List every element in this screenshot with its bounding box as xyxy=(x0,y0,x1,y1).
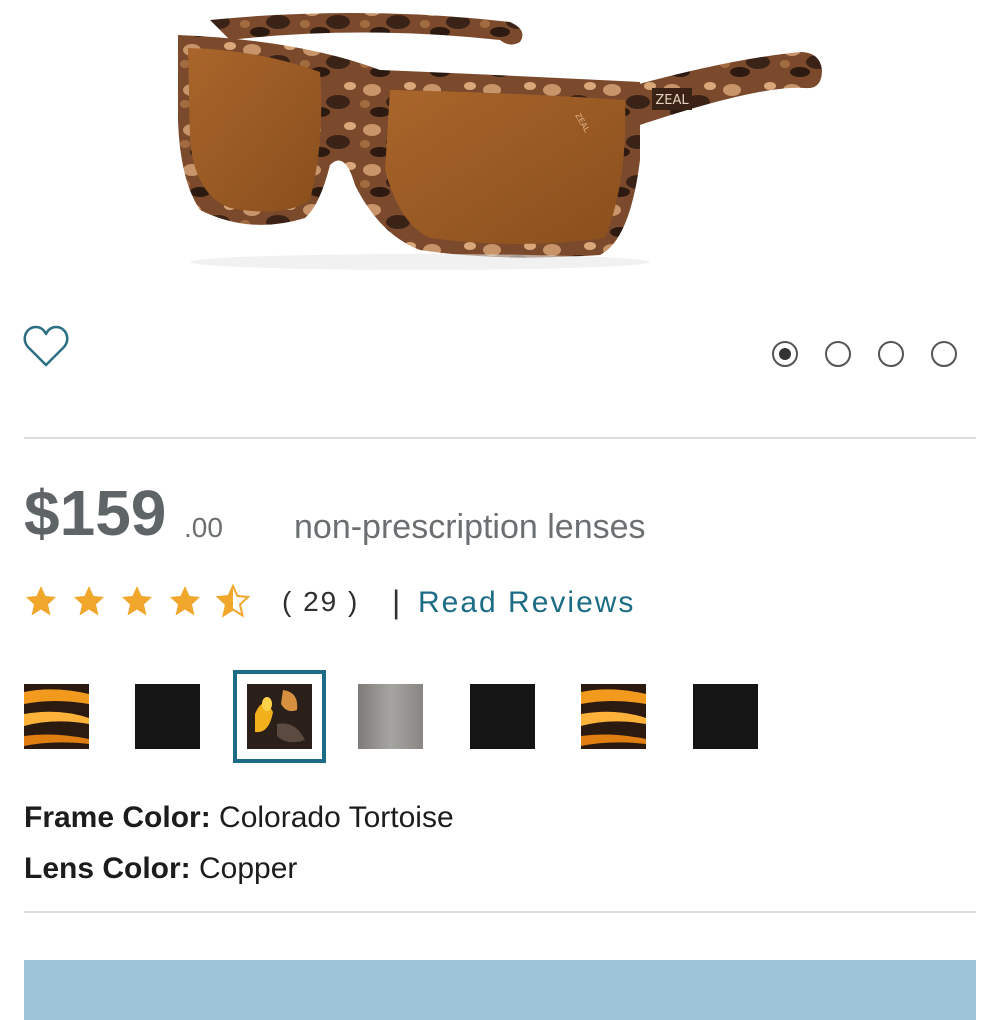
star-icon xyxy=(74,586,104,616)
star-icon xyxy=(170,586,200,616)
swatch-amber-tortoise[interactable] xyxy=(24,684,89,749)
add-to-cart-button[interactable] xyxy=(24,960,976,1020)
color-swatches xyxy=(24,667,784,767)
carousel-dot-4[interactable] xyxy=(931,341,957,367)
swatch-black[interactable] xyxy=(135,684,200,749)
frame-color-row: Frame Color: Colorado Tortoise xyxy=(24,801,454,835)
price-cents: .00 xyxy=(184,512,223,543)
carousel-dot-3[interactable] xyxy=(878,341,904,367)
swatch-amber-tortoise-2[interactable] xyxy=(581,684,646,749)
frame-color-value: Colorado Tortoise xyxy=(219,801,454,834)
brand-mark: ZEAL xyxy=(655,93,689,108)
carousel-dot-2[interactable] xyxy=(825,341,851,367)
rating-row: ( 29 ) | Read Reviews xyxy=(24,580,724,626)
divider xyxy=(24,911,976,913)
swatch-grey[interactable] xyxy=(358,684,423,749)
swatch-black-3[interactable] xyxy=(693,684,758,749)
carousel-dot-1[interactable] xyxy=(772,341,798,367)
star-rating xyxy=(24,584,250,618)
heart-outline-icon[interactable] xyxy=(22,322,70,370)
price-amount: $159 xyxy=(24,477,167,549)
half-star-icon xyxy=(216,584,250,618)
star-icon xyxy=(122,586,152,616)
product-image: ZEAL ZEAL xyxy=(0,0,1000,300)
divider xyxy=(24,437,976,439)
sunglasses-illustration: ZEAL ZEAL xyxy=(178,12,822,270)
lens-color-label: Lens Color: xyxy=(24,852,191,885)
swatch-colorado-tortoise[interactable] xyxy=(233,670,326,763)
star-icon xyxy=(26,586,56,616)
lens-color-row: Lens Color: Copper xyxy=(24,852,297,886)
review-count: ( 29 ) xyxy=(282,586,360,617)
read-reviews-link[interactable]: Read Reviews xyxy=(418,586,635,620)
separator: | xyxy=(392,584,401,620)
lens-color-value: Copper xyxy=(199,852,298,885)
image-carousel-dots xyxy=(772,341,957,367)
swatch-black-2[interactable] xyxy=(470,684,535,749)
frame-color-label: Frame Color: xyxy=(24,801,211,834)
price-note: non-prescription lenses xyxy=(294,508,646,546)
